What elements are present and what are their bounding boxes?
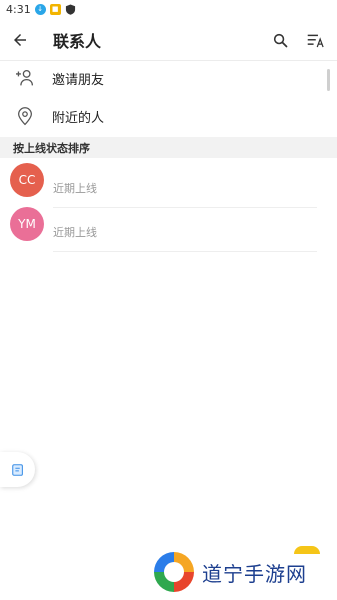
contact-status: 近期上线 [53, 226, 97, 239]
status-bar: 4:31 ↓ ■ [0, 0, 337, 18]
notes-icon [11, 463, 23, 476]
notification-icon: ■ [49, 3, 61, 15]
section-header: 按上线状态排序 [0, 137, 337, 158]
search-icon [273, 33, 287, 47]
watermark: 道宁手游网 [150, 548, 307, 596]
sort-alpha-icon [307, 34, 324, 47]
watermark-logo-icon [152, 550, 196, 594]
add-person-icon [16, 69, 34, 86]
app-bar: 联系人 [0, 20, 337, 60]
shield-icon [65, 3, 76, 15]
scrollbar[interactable] [327, 69, 330, 91]
avatar: CC [10, 163, 44, 197]
arrow-left-icon [14, 34, 26, 46]
contact-status: 近期上线 [53, 182, 97, 195]
invite-friends-label: 邀请朋友 [52, 72, 105, 88]
search-button[interactable] [265, 25, 295, 55]
avatar: YM [10, 207, 44, 241]
nearby-people-item[interactable]: 附近的人 [0, 97, 337, 135]
floating-notes-button[interactable] [0, 452, 35, 487]
row-divider [53, 251, 317, 252]
nearby-people-label: 附近的人 [52, 110, 105, 126]
contact-row[interactable]: YM 近期上线 [0, 207, 337, 251]
back-button[interactable] [0, 20, 40, 60]
invite-friends-item[interactable]: 邀请朋友 [0, 59, 337, 97]
page-title: 联系人 [53, 32, 102, 51]
download-icon: ↓ [34, 3, 46, 15]
location-pin-icon [18, 106, 32, 125]
watermark-text: 道宁手游网 [202, 561, 307, 586]
status-time: 4:31 [6, 2, 31, 16]
contact-row[interactable]: CC 近期上线 [0, 163, 337, 207]
sort-button[interactable] [301, 25, 331, 55]
